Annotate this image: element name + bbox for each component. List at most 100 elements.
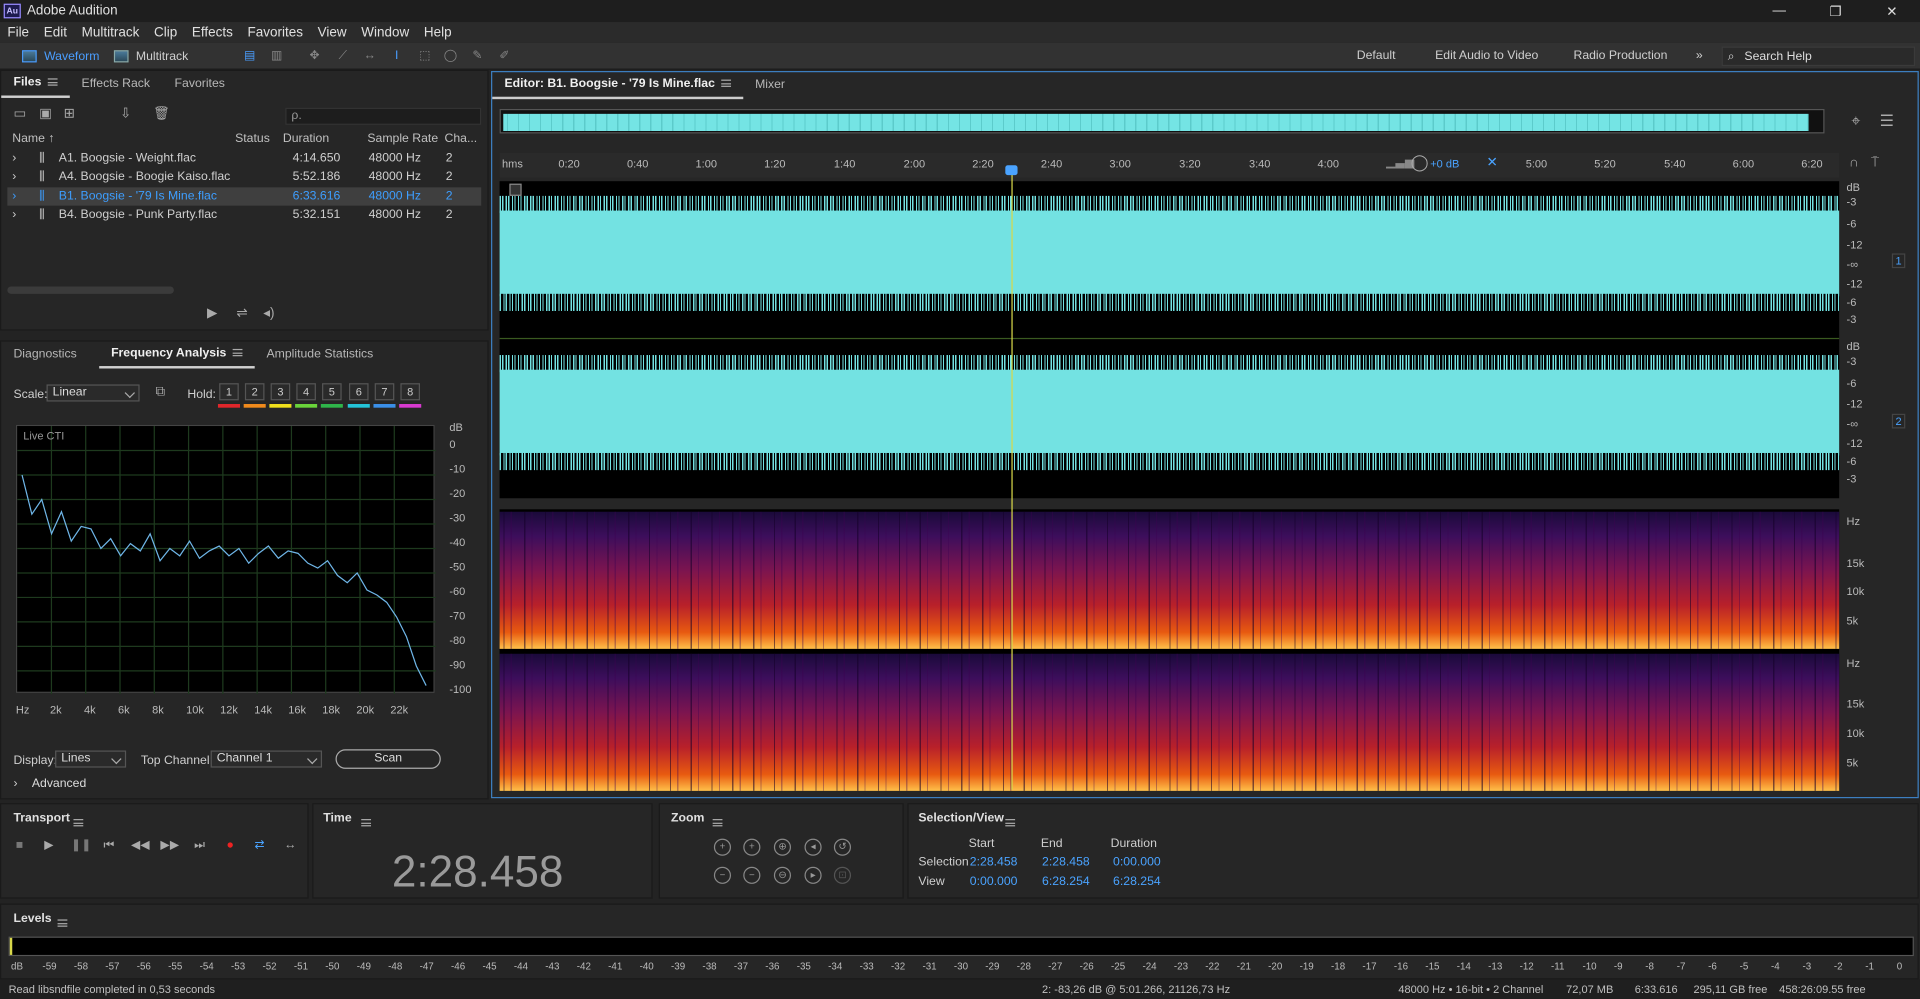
hold-button-8[interactable]: 8: [400, 383, 421, 401]
time-selection-tool-icon[interactable]: I: [389, 49, 404, 64]
tab-frequency-analysis[interactable]: Frequency Analysis: [98, 342, 255, 369]
zoom-out-full-icon[interactable]: ▸: [804, 866, 822, 884]
play-icon[interactable]: ▶: [207, 305, 217, 321]
marquee-tool-icon[interactable]: ⬚: [418, 49, 433, 64]
col-duration[interactable]: Duration: [283, 132, 329, 145]
hud-toggle-icon[interactable]: [509, 183, 522, 196]
waveform-display[interactable]: [499, 181, 1840, 499]
file-row[interactable]: › ⫼ A1. Boogsie - Weight.flac 4:14.650 4…: [7, 149, 481, 167]
time-ruler[interactable]: hms 0:20 0:40 1:00 1:20 1:40 2:00 2:20 2:40 3:00 3…: [499, 153, 1840, 178]
playhead-handle[interactable]: [1005, 165, 1018, 176]
tab-amplitude-statistics[interactable]: Amplitude Statistics: [254, 342, 385, 369]
pause-button[interactable]: ❚❚: [71, 839, 92, 854]
advanced-chevron-icon[interactable]: ›: [13, 777, 17, 790]
open-folder-icon[interactable]: ▭: [13, 107, 28, 121]
menu-view[interactable]: View: [310, 25, 354, 40]
previous-button[interactable]: ⏮: [100, 839, 117, 854]
import-icon[interactable]: ▣: [39, 107, 54, 121]
loop-playback-button[interactable]: ⇄: [251, 839, 268, 854]
zoom-in-time-icon[interactable]: +: [743, 838, 761, 856]
top-channel-dropdown[interactable]: Channel 1: [210, 750, 323, 768]
tab-files[interactable]: Files: [1, 71, 70, 98]
multitrack-mode-button[interactable]: Multitrack: [113, 47, 188, 67]
panel-menu-icon[interactable]: [232, 348, 242, 357]
display-dropdown[interactable]: Lines: [55, 750, 127, 768]
hold-mode-icon[interactable]: ⧉: [156, 384, 166, 400]
zoom-out-amplitude-icon[interactable]: −: [713, 866, 732, 884]
search-help-field[interactable]: ⌕ Search Help: [1721, 46, 1916, 67]
gain-value[interactable]: +0 dB: [1430, 158, 1459, 170]
tab-mixer[interactable]: Mixer: [743, 72, 797, 99]
workspace-default[interactable]: Default: [1357, 49, 1396, 62]
record-button[interactable]: ●: [222, 839, 239, 854]
panel-menu-icon[interactable]: [361, 819, 372, 827]
move-tool-icon[interactable]: ✥: [307, 49, 322, 64]
panel-menu-icon[interactable]: [47, 78, 58, 86]
col-channels[interactable]: Cha...: [444, 132, 477, 145]
selection-start-field[interactable]: 2:28.458: [970, 856, 1018, 869]
next-button[interactable]: ⏭: [191, 839, 208, 854]
playhead[interactable]: [1011, 172, 1013, 790]
expand-chevron-icon[interactable]: ›: [12, 208, 16, 221]
tab-effects-rack[interactable]: Effects Rack: [69, 71, 162, 98]
zoom-in-center-icon[interactable]: ⊕: [773, 838, 792, 856]
hold-button-6[interactable]: 6: [348, 383, 369, 401]
slip-tool-icon[interactable]: ↔: [362, 49, 377, 64]
menu-help[interactable]: Help: [417, 25, 459, 40]
autoplay-speaker-icon[interactable]: ◂): [263, 305, 274, 321]
hold-button-4[interactable]: 4: [296, 383, 316, 401]
tab-diagnostics[interactable]: Diagnostics: [1, 342, 89, 369]
zoom-selection-icon[interactable]: ⊡: [833, 866, 852, 884]
menu-edit[interactable]: Edit: [36, 25, 74, 40]
files-horizontal-scrollbar[interactable]: [7, 286, 174, 294]
expand-chevron-icon[interactable]: ›: [12, 190, 16, 203]
zoom-in-amplitude-icon[interactable]: +: [713, 838, 732, 856]
file-row[interactable]: › ⫼ B4. Boogsie - Punk Party.flac 5:32.1…: [7, 206, 481, 224]
fast-forward-button[interactable]: ▶▶: [160, 839, 179, 854]
view-start-field[interactable]: 0:00.000: [970, 875, 1018, 888]
tab-editor[interactable]: Editor: B1. Boogsie - '79 Is Mine.flac: [492, 72, 743, 100]
loop-icon[interactable]: ⇌: [236, 305, 247, 321]
col-sample-rate[interactable]: Sample Rate: [367, 132, 438, 145]
panel-menu-icon[interactable]: [73, 819, 84, 827]
file-row-selected[interactable]: › ⫼ B1. Boogsie - '79 Is Mine.flac 6:33.…: [7, 187, 482, 206]
view-end-field[interactable]: 6:28.254: [1042, 875, 1090, 888]
view-duration-field[interactable]: 6:28.254: [1113, 875, 1161, 888]
stop-button[interactable]: ■: [11, 839, 28, 854]
waveform-mode-button[interactable]: Waveform: [22, 47, 99, 67]
selection-duration-field[interactable]: 0:00.000: [1113, 856, 1161, 869]
razor-tool-icon[interactable]: ⟋: [336, 49, 351, 64]
delete-icon[interactable]: 🗑: [153, 107, 170, 121]
view-options-icon[interactable]: ☰: [1880, 111, 1894, 131]
zoom-out-center-icon[interactable]: ⊖: [773, 866, 792, 884]
hold-button-7[interactable]: 7: [374, 383, 395, 401]
maximize-button[interactable]: ❐: [1807, 0, 1863, 22]
file-row[interactable]: › ⫼ A4. Boogsie - Boogie Kaiso.flac 5:52…: [7, 168, 481, 186]
panel-menu-icon[interactable]: [1005, 819, 1016, 827]
hold-button-3[interactable]: 3: [270, 383, 291, 401]
snap-icon[interactable]: ∩: [1849, 155, 1859, 170]
zoom-reset-icon[interactable]: ↺: [833, 838, 852, 856]
zoom-navigator-icon[interactable]: ⌖: [1851, 111, 1860, 131]
col-status[interactable]: Status: [235, 132, 270, 145]
zoom-out-time-icon[interactable]: −: [743, 866, 761, 884]
hold-button-1[interactable]: 1: [219, 383, 239, 401]
minimize-button[interactable]: —: [1751, 0, 1807, 22]
more-workspaces-icon[interactable]: »: [1696, 49, 1703, 62]
menu-clip[interactable]: Clip: [147, 25, 185, 40]
advanced-toggle[interactable]: Advanced: [32, 777, 86, 790]
menu-effects[interactable]: Effects: [185, 25, 241, 40]
hold-button-5[interactable]: 5: [322, 383, 342, 401]
channel-1-toggle[interactable]: 1: [1891, 253, 1906, 269]
workspace-radio-production[interactable]: Radio Production: [1573, 49, 1667, 62]
menu-multitrack[interactable]: Multitrack: [74, 25, 146, 40]
menu-file[interactable]: File: [0, 25, 36, 40]
volume-knob-icon[interactable]: ◯: [1411, 153, 1429, 173]
insert-into-multitrack-icon[interactable]: ⇩: [120, 107, 135, 121]
menu-window[interactable]: Window: [354, 25, 417, 40]
scan-button[interactable]: Scan: [335, 749, 441, 769]
pin-hud-icon[interactable]: ✕: [1487, 154, 1498, 170]
expand-chevron-icon[interactable]: ›: [12, 170, 16, 183]
marker-icon[interactable]: ⍑: [1871, 155, 1879, 171]
workspace-edit-audio-to-video[interactable]: Edit Audio to Video: [1435, 49, 1538, 62]
